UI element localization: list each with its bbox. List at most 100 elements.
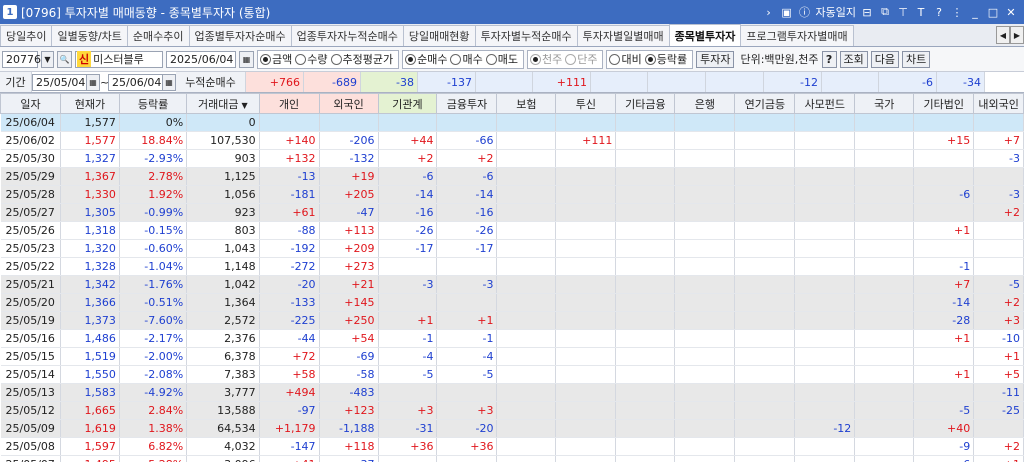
table-row[interactable]: 25/05/08 1,597 6.82% 4,032 -147 +118 +36 +36 -9 +… <box>0 437 1024 456</box>
column-header[interactable]: 국가 <box>854 93 915 114</box>
table-row[interactable]: 25/05/28 1,330 1.92% 1,056 -181 +205 -14 -14 -6-… <box>0 185 1024 204</box>
calendar-icon[interactable]: ▦ <box>162 73 176 91</box>
more-icon[interactable]: ⋮ <box>950 5 964 19</box>
sort-down-icon[interactable]: ▼ <box>242 101 248 110</box>
radio-quantity[interactable]: 수량 <box>295 51 328 67</box>
table-row[interactable]: 25/05/14 1,550 -2.08% 7,383 +58 -58 -5 -5 +1 +5 <box>0 365 1024 384</box>
radio-single-shares[interactable]: 단주 <box>565 51 597 67</box>
table-cell: +40 <box>913 419 975 438</box>
info-icon[interactable]: ⓘ <box>798 5 812 19</box>
table-cell: -1 <box>436 329 498 348</box>
investor-button[interactable]: 투자자 <box>696 50 735 68</box>
table-row[interactable]: 25/05/09 1,619 1.38% 64,534 +1,179 -1,188 -31-… <box>0 419 1024 438</box>
layout-icon[interactable]: ▣ <box>780 5 794 19</box>
table-row[interactable]: 25/05/30 1,327 -2.93% 903 +132 -132 +2 +2 -3 <box>0 149 1024 168</box>
table-row[interactable]: 25/05/21 1,342 -1.76% 1,042 -20 +21 -3 -3 +7 -5 <box>0 275 1024 294</box>
radio-change-rate[interactable]: 등락률 <box>644 51 687 67</box>
column-header[interactable]: 투신 <box>555 93 617 114</box>
table-cell <box>378 257 438 276</box>
tab-8[interactable]: 종목별투자자 <box>668 24 742 46</box>
table-row[interactable]: 25/05/26 1,318 -0.15% 803 -88 +113 -26 -26 +1 <box>0 221 1024 240</box>
table-cell: -25 <box>973 401 1024 420</box>
tab-scroll-right-icon[interactable]: ▶ <box>1010 26 1024 44</box>
column-header[interactable]: 개인 <box>258 93 320 114</box>
radio-avg-price[interactable]: 추정평균가 <box>330 51 393 67</box>
column-header[interactable]: 금융투자 <box>436 93 498 114</box>
table-cell: -181 <box>259 185 320 204</box>
table-cell: +54 <box>319 329 379 348</box>
tab-1[interactable]: 일별동향/차트 <box>51 25 128 46</box>
font-icon[interactable]: T <box>914 5 928 19</box>
radio-change[interactable]: 대비 <box>609 51 642 67</box>
table-row[interactable]: 25/05/29 1,367 2.78% 1,125 -13 +19 -6 -6 <box>0 167 1024 186</box>
calendar-icon[interactable]: ▦ <box>86 73 100 91</box>
column-header[interactable]: 연기금등 <box>734 93 796 114</box>
column-header[interactable]: 사모펀드 <box>794 93 856 114</box>
tab-6[interactable]: 투자자별누적순매수 <box>474 25 578 46</box>
help-icon[interactable]: ? <box>932 5 946 19</box>
copy-icon[interactable]: ⧉ <box>878 5 892 19</box>
table-row[interactable]: 25/05/23 1,320 -0.60% 1,043 -192 +209 -17 -17 <box>0 239 1024 258</box>
column-header[interactable]: 등락률 <box>118 93 188 114</box>
table-row[interactable]: 25/05/071,4955.28%3,096+41-37 -6+1 <box>0 455 1024 462</box>
table-cell <box>734 185 796 204</box>
column-header[interactable]: 은행 <box>674 93 736 114</box>
column-header[interactable]: 기타금융 <box>615 93 676 114</box>
radio-sell[interactable]: 매도 <box>485 51 518 67</box>
maximize-icon[interactable]: □ <box>986 5 1000 19</box>
radio-buy[interactable]: 매수 <box>450 51 483 67</box>
chevron-down-icon[interactable]: ▼ <box>41 50 54 68</box>
table-cell: -14 <box>913 293 975 312</box>
column-header[interactable]: 기타법인 <box>913 93 975 114</box>
radio-thousand-shares[interactable]: 천주 <box>529 51 562 67</box>
calendar-icon[interactable]: ▦ <box>239 50 254 68</box>
help-button[interactable]: ? <box>821 50 837 68</box>
search-icon[interactable]: 🔍 <box>57 50 72 68</box>
table-row[interactable]: 25/05/19 1,373 -7.60% 2,572 -225 +250 +1 +1 -28 +… <box>0 311 1024 330</box>
chart-button[interactable]: 차트 <box>902 50 931 68</box>
tab-7[interactable]: 투자자별일별매매 <box>576 25 670 46</box>
radio-net-buy[interactable]: 순매수 <box>405 51 447 67</box>
table-row[interactable]: 25/06/02 1,577 18.84% 107,530 +140 -206 +44 -66… <box>0 131 1024 150</box>
period-to-input[interactable]: 25/06/04 <box>108 73 162 91</box>
cum-summary-cell: -34 <box>937 72 985 92</box>
link-icon[interactable]: ⊟ <box>860 5 874 19</box>
radio-amount[interactable]: 금액 <box>260 51 292 67</box>
table-row[interactable]: 25/05/12 1,665 2.84% 13,588 -97 +123 +3 +3 -5 -25 <box>0 401 1024 420</box>
next-button[interactable]: 다음 <box>870 50 900 68</box>
table-row[interactable]: 25/05/22 1,328 -1.04% 1,148 -272 +273 -1 <box>0 257 1024 276</box>
column-header[interactable]: 현재가 <box>59 93 120 114</box>
column-header[interactable]: 보험 <box>496 93 557 114</box>
table-cell <box>734 419 796 438</box>
table-row[interactable]: 25/05/13 1,583 -4.92% 3,777 +494 -483 -11 <box>0 383 1024 402</box>
table-row[interactable]: 25/05/16 1,486 -2.17% 2,376 -44 +54 -1 -1 +1 -10 <box>0 329 1024 348</box>
cum-summary-cell: -137 <box>418 72 476 92</box>
tab-3[interactable]: 업종별투자자순매수 <box>188 25 292 46</box>
pin-icon[interactable]: ⊤ <box>896 5 910 19</box>
query-date-input[interactable]: 2025/06/04 <box>166 50 236 68</box>
table-row[interactable]: 25/05/20 1,366 -0.51% 1,364 -133 +145 -14 +2 <box>0 293 1024 312</box>
query-button[interactable]: 조회 <box>839 50 868 68</box>
minimize-icon[interactable]: _ <box>968 5 982 19</box>
tab-9[interactable]: 프로그램투자자별매매 <box>740 25 854 46</box>
table-cell <box>734 329 796 348</box>
period-from-input[interactable]: 25/05/04 <box>32 73 86 91</box>
column-header[interactable]: 기관계 <box>377 93 438 114</box>
column-header[interactable]: 거래대금 ▼ <box>186 93 260 114</box>
stock-code-input[interactable]: 207760 <box>2 50 48 68</box>
close-icon[interactable]: ✕ <box>1004 5 1018 19</box>
tab-2[interactable]: 순매수추이 <box>126 25 190 46</box>
auto-journal-button[interactable]: 자동일지 <box>816 4 856 20</box>
table-row[interactable]: 25/06/04 1,577 0% 0 <box>0 113 1024 132</box>
tab-5[interactable]: 당일매매현황 <box>402 25 476 46</box>
chevron-right-icon[interactable]: › <box>762 5 776 19</box>
tab-4[interactable]: 업종투자자누적순매수 <box>290 25 404 46</box>
column-header[interactable]: 외국인 <box>318 93 379 114</box>
table-cell <box>496 293 557 312</box>
tab-scroll-left-icon[interactable]: ◀ <box>996 26 1010 44</box>
table-row[interactable]: 25/05/27 1,305 -0.99% 923 +61 -47 -16 -16 +2 <box>0 203 1024 222</box>
table-row[interactable]: 25/05/15 1,519 -2.00% 6,378 +72 -69 -4 -4 +1 <box>0 347 1024 366</box>
tab-0[interactable]: 당일추이 <box>0 25 53 46</box>
column-header[interactable]: 내외국인 <box>973 93 1024 114</box>
column-header[interactable]: 일자 <box>0 93 61 114</box>
